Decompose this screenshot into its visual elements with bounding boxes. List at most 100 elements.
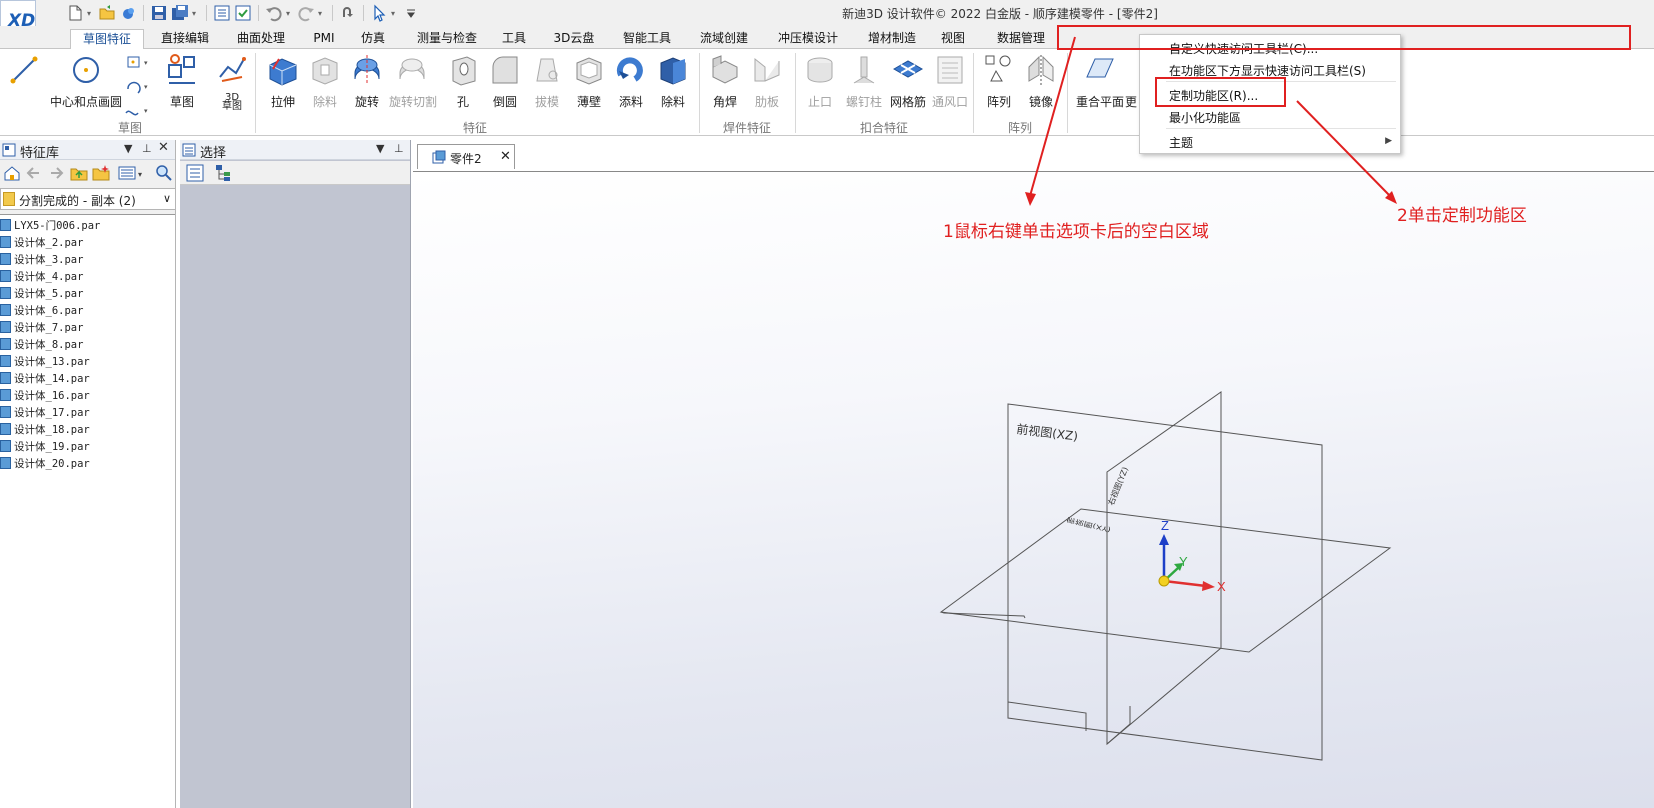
check-list-icon[interactable] bbox=[234, 4, 252, 22]
tab-smart-tools[interactable]: 智能工具 bbox=[616, 29, 678, 49]
add-material-button[interactable]: 添料 bbox=[611, 53, 651, 110]
list-item[interactable]: 设计体_17.par bbox=[0, 405, 90, 421]
select-arrow-icon[interactable] bbox=[370, 4, 388, 22]
library-folder-dropdown[interactable]: 分割完成的 - 副本 (2) ∨ bbox=[0, 188, 176, 210]
tab-flow[interactable]: 流域创建 bbox=[693, 29, 755, 49]
up-folder-icon[interactable] bbox=[70, 164, 88, 182]
revolve-cut-button[interactable]: 旋转切割 bbox=[389, 53, 437, 110]
tab-data-management[interactable]: 数据管理 bbox=[990, 29, 1052, 49]
cloud-icon[interactable] bbox=[119, 4, 137, 22]
close-tab-icon[interactable]: ✕ bbox=[500, 149, 511, 164]
back-icon[interactable] bbox=[25, 164, 43, 182]
list-item[interactable]: 设计体_6.par bbox=[0, 303, 83, 319]
tab-stamping[interactable]: 冲压模设计 bbox=[770, 29, 846, 49]
tab-sketch-feature[interactable]: 草图特征 bbox=[70, 29, 144, 49]
list-item[interactable]: LYX5-门006.par bbox=[0, 218, 100, 234]
line-tool-button[interactable] bbox=[6, 53, 42, 93]
undo-icon[interactable] bbox=[265, 4, 283, 22]
undo-dropdown-icon[interactable]: ▾ bbox=[286, 9, 294, 18]
new-dropdown-icon[interactable]: ▾ bbox=[87, 9, 95, 18]
modeling-canvas[interactable]: Z Y X 前视图(XZ) 右视图(YZ) 俯视图(XY) bbox=[413, 172, 1654, 808]
fillet-weld-button[interactable]: 角焊 bbox=[705, 53, 745, 110]
list-item[interactable]: 设计体_2.par bbox=[0, 235, 83, 251]
panel-menu-icon[interactable]: ▼ bbox=[376, 142, 384, 155]
list-item[interactable]: 设计体_8.par bbox=[0, 337, 83, 353]
search-icon[interactable] bbox=[155, 164, 173, 182]
mirror-icon bbox=[1028, 55, 1054, 85]
list-item[interactable]: 设计体_3.par bbox=[0, 252, 83, 268]
coincident-plane-button[interactable]: 重合平面 bbox=[1072, 53, 1128, 110]
tab-direct-edit[interactable]: 直接编辑 bbox=[154, 29, 216, 49]
list-item[interactable]: 设计体_16.par bbox=[0, 388, 90, 404]
save-icon[interactable] bbox=[150, 4, 168, 22]
rib-button[interactable]: 肋板 bbox=[747, 53, 787, 110]
panel-menu-icon[interactable]: ▼ bbox=[124, 142, 132, 155]
grid-rib-button[interactable]: 网格筋 bbox=[886, 53, 930, 110]
document-tab-part2[interactable]: 零件2 ✕ bbox=[417, 144, 515, 169]
grid-rib-label: 网格筋 bbox=[889, 95, 926, 109]
save-all-icon[interactable] bbox=[171, 4, 189, 22]
extrude-icon bbox=[269, 58, 297, 86]
list-item[interactable]: 设计体_7.par bbox=[0, 320, 83, 336]
open-folder-icon[interactable] bbox=[98, 4, 116, 22]
origin-point[interactable] bbox=[1158, 575, 1170, 587]
tree-list-icon[interactable] bbox=[186, 164, 204, 182]
center-point-circle-button[interactable]: 中心和点画圆 bbox=[44, 53, 128, 110]
list-item[interactable]: 设计体_13.par bbox=[0, 354, 90, 370]
file-name: 设计体_4.par bbox=[14, 271, 84, 283]
tab-tools[interactable]: 工具 bbox=[498, 29, 530, 49]
new-folder-icon[interactable] bbox=[92, 164, 110, 182]
forward-icon[interactable] bbox=[47, 164, 65, 182]
sketch-button[interactable]: 草图 bbox=[162, 53, 202, 110]
library-file-list: LYX5-门006.par 设计体_2.par 设计体_3.par 设计体_4.… bbox=[0, 214, 175, 808]
close-panel-icon[interactable]: ✕ bbox=[158, 140, 169, 155]
lip-button[interactable]: 止口 bbox=[800, 53, 840, 110]
customize-qat-icon[interactable] bbox=[402, 4, 420, 22]
list-item[interactable]: 设计体_20.par bbox=[0, 456, 90, 472]
properties-icon[interactable] bbox=[213, 4, 231, 22]
redo-dropdown-icon[interactable]: ▾ bbox=[318, 9, 326, 18]
home-icon[interactable] bbox=[3, 164, 21, 182]
thin-wall-button[interactable]: 薄壁 bbox=[569, 53, 609, 110]
pin-icon[interactable]: ⊥ bbox=[394, 142, 404, 155]
screw-boss-button[interactable]: 螺钉柱 bbox=[842, 53, 886, 110]
tab-surface[interactable]: 曲面处理 bbox=[230, 29, 292, 49]
tab-additive[interactable]: 增材制造 bbox=[861, 29, 923, 49]
list-item[interactable]: 设计体_14.par bbox=[0, 371, 90, 387]
tab-measure[interactable]: 测量与检查 bbox=[407, 29, 487, 49]
tree-structure-icon[interactable] bbox=[215, 164, 233, 182]
part-file-icon bbox=[0, 457, 11, 469]
view-mode-icon[interactable]: ▾ bbox=[118, 164, 146, 182]
revolve-button[interactable]: 旋转 bbox=[347, 53, 387, 110]
new-file-icon[interactable] bbox=[66, 4, 84, 22]
round-button[interactable]: 倒圆 bbox=[485, 53, 525, 110]
grid-rib-icon bbox=[892, 60, 924, 78]
tab-3d-cloud[interactable]: 3D云盘 bbox=[550, 29, 598, 49]
list-item[interactable]: 设计体_5.par bbox=[0, 286, 83, 302]
draft-button[interactable]: 拔模 bbox=[527, 53, 567, 110]
list-item[interactable]: 设计体_19.par bbox=[0, 439, 90, 455]
sketch-3d-button[interactable]: 3D 草图 bbox=[210, 53, 254, 112]
file-name: 设计体_13.par bbox=[14, 356, 90, 368]
mirror-button[interactable]: 镜像 bbox=[1021, 53, 1061, 110]
tab-pmi[interactable]: PMI bbox=[306, 29, 342, 49]
extrude-button[interactable]: 拉伸 bbox=[263, 53, 303, 110]
remove-material-button[interactable]: 除料 bbox=[653, 53, 693, 110]
menu-item-minimize-ribbon[interactable]: 最小化功能區 bbox=[1169, 109, 1241, 126]
more-plane-button[interactable]: 更 bbox=[1122, 53, 1140, 110]
tab-simulation[interactable]: 仿真 bbox=[355, 29, 391, 49]
hole-button[interactable]: 孔 bbox=[443, 53, 483, 110]
list-item[interactable]: 设计体_4.par bbox=[0, 269, 83, 285]
repeat-icon[interactable] bbox=[339, 4, 357, 22]
save-dropdown-icon[interactable]: ▾ bbox=[192, 9, 200, 18]
front-plane-label: 前视图(XZ) bbox=[1016, 421, 1079, 443]
select-dropdown-icon[interactable]: ▾ bbox=[391, 9, 399, 18]
list-item[interactable]: 设计体_18.par bbox=[0, 422, 90, 438]
menu-item-theme[interactable]: 主题 bbox=[1169, 134, 1193, 151]
tab-view[interactable]: 视图 bbox=[937, 29, 969, 49]
pin-icon[interactable]: ⊥ bbox=[142, 142, 152, 155]
vent-button[interactable]: 通风口 bbox=[928, 53, 972, 110]
cut-button-disabled[interactable]: 除料 bbox=[305, 53, 345, 110]
pattern-button[interactable]: 阵列 bbox=[979, 53, 1019, 110]
redo-icon[interactable] bbox=[297, 4, 315, 22]
